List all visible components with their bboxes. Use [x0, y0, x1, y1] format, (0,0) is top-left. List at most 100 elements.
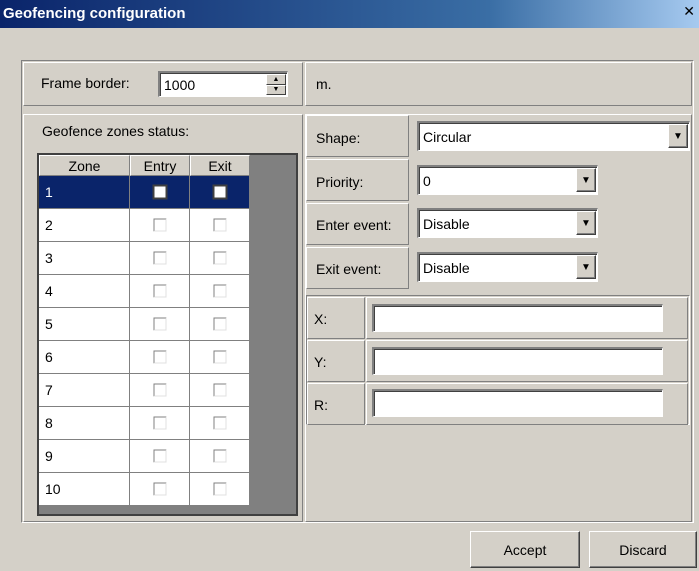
x-label: X: — [314, 311, 328, 327]
enter-event-label-cell: Enter event: — [306, 203, 409, 245]
exit-cell — [190, 473, 250, 506]
entry-checkbox[interactable] — [153, 449, 166, 463]
exit-cell — [190, 407, 250, 440]
entry-checkbox[interactable] — [153, 350, 166, 364]
frame-border-value: 1000 — [164, 76, 196, 93]
x-input[interactable] — [372, 304, 663, 332]
entry-checkbox[interactable] — [153, 416, 166, 430]
entry-checkbox[interactable] — [153, 218, 166, 232]
exit-checkbox[interactable] — [213, 251, 226, 265]
zone-number: 6 — [45, 349, 53, 365]
exit-checkbox[interactable] — [213, 350, 226, 364]
zone-number: 3 — [45, 250, 53, 266]
title-bar[interactable]: Geofencing configuration ✕ — [0, 0, 699, 28]
exit-checkbox[interactable] — [213, 218, 226, 232]
unit-label: m. — [316, 76, 332, 92]
r-input[interactable] — [372, 389, 663, 417]
zone-cell[interactable]: 5 — [39, 308, 130, 341]
zone-cell[interactable]: 1 — [39, 176, 130, 209]
entry-cell — [130, 242, 190, 275]
exit-header-label: Exit — [208, 157, 232, 174]
exit-checkbox[interactable] — [213, 449, 226, 463]
exit-checkbox[interactable] — [213, 482, 226, 496]
spin-up-icon[interactable]: ▲ — [266, 74, 286, 85]
exit-cell — [190, 275, 250, 308]
entry-cell — [130, 176, 190, 209]
zones-grid[interactable]: Zone Entry Exit 1 2 3 4 5 6 7 8 9 10 — [37, 153, 298, 516]
entry-checkbox[interactable] — [153, 251, 166, 265]
exit-cell — [190, 242, 250, 275]
exit-event-label: Exit event: — [316, 261, 382, 277]
chevron-down-icon[interactable]: ▼ — [576, 255, 596, 279]
shape-value: Circular — [423, 128, 472, 145]
entry-column-header[interactable]: Entry — [130, 155, 190, 176]
entry-cell — [130, 407, 190, 440]
shape-label-cell: Shape: — [306, 115, 409, 157]
accept-button[interactable]: Accept — [470, 531, 580, 568]
exit-column-header[interactable]: Exit — [190, 155, 250, 176]
zone-number: 8 — [45, 415, 53, 431]
exit-cell — [190, 341, 250, 374]
shape-label: Shape: — [316, 130, 361, 146]
y-label-cell: Y: — [307, 340, 365, 382]
exit-cell — [190, 209, 250, 242]
zone-cell[interactable]: 2 — [39, 209, 130, 242]
y-input[interactable] — [372, 347, 663, 375]
exit-checkbox[interactable] — [213, 383, 226, 397]
entry-checkbox[interactable] — [153, 383, 166, 397]
priority-label: Priority: — [316, 174, 364, 190]
spin-down-icon[interactable]: ▼ — [266, 84, 286, 95]
zone-number: 5 — [45, 316, 53, 332]
accept-label: Accept — [503, 541, 547, 558]
entry-cell — [130, 374, 190, 407]
exit-checkbox[interactable] — [213, 416, 226, 430]
zone-cell[interactable]: 10 — [39, 473, 130, 506]
chevron-down-icon[interactable]: ▼ — [668, 124, 688, 148]
r-label-cell: R: — [307, 383, 365, 425]
zone-column-header[interactable]: Zone — [39, 155, 130, 176]
entry-cell — [130, 275, 190, 308]
enter-event-value: Disable — [423, 215, 470, 232]
entry-checkbox[interactable] — [153, 317, 166, 331]
shape-select[interactable]: Circular ▼ — [417, 121, 690, 151]
frame-border-spinner[interactable]: ▲ ▼ — [266, 74, 286, 95]
priority-select[interactable]: 0 ▼ — [417, 165, 598, 195]
zone-cell[interactable]: 4 — [39, 275, 130, 308]
exit-checkbox[interactable] — [213, 284, 226, 298]
zone-cell[interactable]: 9 — [39, 440, 130, 473]
zone-number: 2 — [45, 217, 53, 233]
discard-button[interactable]: Discard — [589, 531, 697, 568]
entry-checkbox[interactable] — [153, 482, 166, 496]
close-icon[interactable]: ✕ — [683, 4, 695, 18]
chevron-down-icon[interactable]: ▼ — [576, 168, 596, 192]
entry-cell — [130, 209, 190, 242]
zone-cell[interactable]: 8 — [39, 407, 130, 440]
zone-number: 4 — [45, 283, 53, 299]
zone-cell[interactable]: 3 — [39, 242, 130, 275]
exit-event-select[interactable]: Disable ▼ — [417, 252, 598, 282]
zone-cell[interactable]: 7 — [39, 374, 130, 407]
zone-header-label: Zone — [68, 157, 101, 174]
entry-checkbox[interactable] — [152, 184, 167, 200]
exit-checkbox[interactable] — [213, 317, 226, 331]
frame-border-input[interactable]: 1000 ▲ ▼ — [158, 71, 288, 97]
entry-cell — [130, 440, 190, 473]
zone-number: 9 — [45, 448, 53, 464]
exit-cell — [190, 176, 250, 209]
exit-checkbox[interactable] — [212, 184, 227, 200]
zone-number: 7 — [45, 382, 53, 398]
entry-header-label: Entry — [143, 157, 177, 174]
y-label: Y: — [314, 354, 327, 370]
chevron-down-icon[interactable]: ▼ — [576, 211, 596, 235]
exit-cell — [190, 308, 250, 341]
exit-event-value: Disable — [423, 259, 470, 276]
entry-cell — [130, 341, 190, 374]
r-label: R: — [314, 397, 328, 413]
enter-event-select[interactable]: Disable ▼ — [417, 208, 598, 238]
entry-cell — [130, 473, 190, 506]
zone-cell[interactable]: 6 — [39, 341, 130, 374]
enter-event-label: Enter event: — [316, 217, 392, 233]
exit-event-label-cell: Exit event: — [306, 247, 409, 289]
entry-checkbox[interactable] — [153, 284, 166, 298]
exit-cell — [190, 374, 250, 407]
